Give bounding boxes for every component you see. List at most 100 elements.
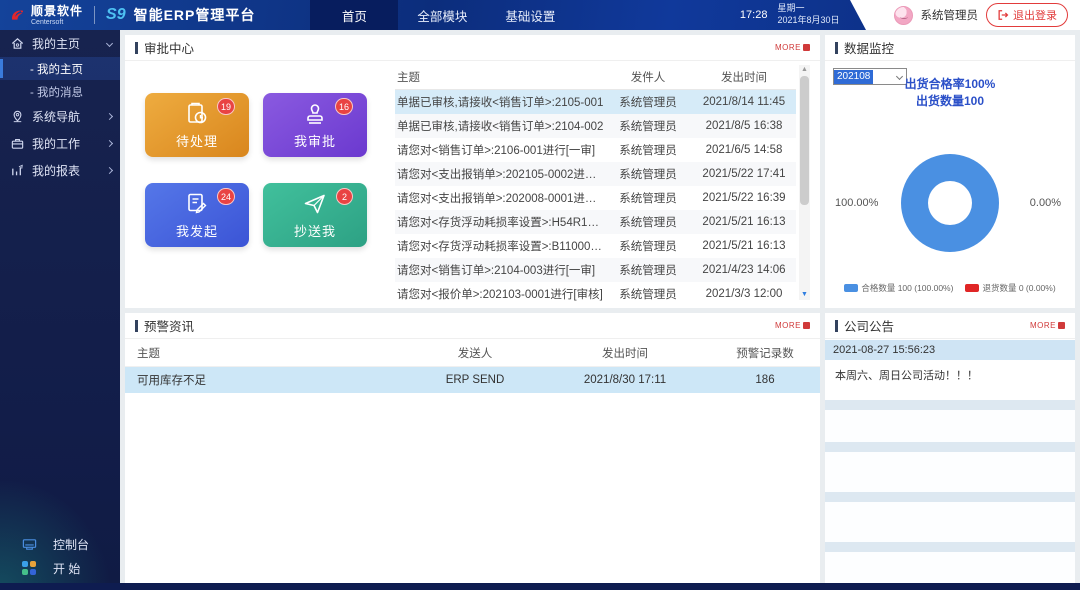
sidebar-item-system-nav[interactable]: 系统导航 — [0, 103, 120, 130]
table-row[interactable]: 请您对<存货浮动耗损率设置>:H54R15006002进行[审核] 系统管理员 … — [395, 210, 796, 234]
announcement-placeholder — [825, 452, 1075, 492]
sidebar-item-label: 我的报表 — [32, 162, 80, 179]
cell-time: 2021/5/22 17:41 — [692, 168, 796, 180]
user-avatar[interactable] — [894, 6, 913, 25]
start-item[interactable]: 开 始 — [0, 556, 120, 580]
cell-time: 2021/8/30 17:11 — [540, 374, 710, 386]
cc-to-me-tile[interactable]: 2 抄送我 — [263, 183, 367, 247]
col-sent-time: 发出时间 — [692, 69, 796, 85]
table-row[interactable]: 请您对<销售订单>:2104-003进行[一审] 系统管理员 2021/4/23… — [395, 258, 796, 282]
paper-plane-icon — [302, 191, 328, 217]
cell-subject: 可用库存不足 — [125, 372, 410, 388]
announcement-date[interactable]: 2021-08-27 15:56:23 — [825, 340, 1075, 360]
cell-sender: 系统管理员 — [604, 214, 692, 230]
alerts-title-bar: 预警资讯 MORE — [125, 313, 820, 339]
logout-label: 退出登录 — [1013, 7, 1057, 23]
sidebar: 我的主页 - 我的主页 - 我的消息 系统导航 我的工作 我的报表 — [0, 30, 120, 590]
scroll-down-arrow[interactable]: ▼ — [799, 290, 810, 300]
more-label: MORE — [775, 321, 801, 330]
approval-more-link[interactable]: MORE — [775, 43, 810, 52]
approval-title-bar: 审批中心 MORE — [125, 35, 820, 61]
pending-tile[interactable]: 19 待处理 — [145, 93, 249, 157]
user-area: 系统管理员 退出登录 — [866, 0, 1080, 30]
approval-center-panel: 审批中心 MORE 19 待处理 16 我审批 — [125, 35, 820, 308]
col-record-count: 预警记录数 — [710, 345, 820, 361]
table-row[interactable]: 请您对<销售订单>:2106-001进行[一审] 系统管理员 2021/6/5 … — [395, 138, 796, 162]
sidebar-item-my-home[interactable]: 我的主页 — [0, 30, 120, 57]
alert-row[interactable]: 可用库存不足 ERP SEND 2021/8/30 17:11 186 — [125, 367, 820, 393]
centersoft-logo-icon — [10, 8, 25, 23]
sidebar-subitem-my-messages[interactable]: - 我的消息 — [0, 80, 120, 103]
app-header: 顺景软件 Centersoft S9 智能ERP管理平台 首页 全部模块 基础设… — [0, 0, 1080, 30]
sidebar-subitem-my-home[interactable]: - 我的主页 — [0, 57, 120, 80]
announcement-placeholder — [825, 502, 1075, 542]
cell-sender: 系统管理员 — [604, 166, 692, 182]
cell-time: 2021/5/21 16:13 — [692, 240, 796, 252]
initiated-by-me-tile[interactable]: 24 我发起 — [145, 183, 249, 247]
bar-chart-icon — [10, 163, 25, 178]
start-label: 开 始 — [53, 560, 80, 577]
brand-logo: 顺景软件 Centersoft S9 智能ERP管理平台 — [0, 5, 255, 26]
console-item[interactable]: 控制台 — [0, 532, 120, 556]
nav-tab-home[interactable]: 首页 — [310, 0, 398, 30]
legend-swatch-blue — [844, 284, 858, 292]
cell-sender: 系统管理员 — [604, 142, 692, 158]
approval-table: 主题 发件人 发出时间 单据已审核,请接收<销售订单>:2105-001 系统管… — [395, 65, 796, 300]
nav-tab-basic-settings[interactable]: 基础设置 — [486, 0, 574, 30]
legend-swatch-red — [965, 284, 979, 292]
cell-subject: 请您对<存货浮动耗损率设置>:B11000001进行[审核] — [395, 238, 604, 254]
donut-right-label: 0.00% — [1030, 197, 1061, 209]
announcements-more-link[interactable]: MORE — [1030, 321, 1065, 330]
cell-subject: 请您对<销售订单>:2106-001进行[一审] — [395, 142, 604, 158]
alerts-title: 预警资讯 — [144, 316, 194, 335]
logout-button[interactable]: 退出登录 — [986, 3, 1068, 27]
sidebar-item-my-reports[interactable]: 我的报表 — [0, 157, 120, 184]
cell-time: 2021/8/14 11:45 — [692, 96, 796, 108]
cell-sender: 系统管理员 — [604, 118, 692, 134]
sidebar-item-my-work[interactable]: 我的工作 — [0, 130, 120, 157]
legend-label: 合格数量 100 (100.00%) — [861, 282, 953, 294]
more-icon — [1058, 322, 1065, 329]
cell-time: 2021/5/22 16:39 — [692, 192, 796, 204]
title-accent-bar — [835, 42, 838, 54]
my-approvals-tile[interactable]: 16 我审批 — [263, 93, 367, 157]
table-row[interactable]: 请您对<支出报销单>:202008-0001进行[审核] 系统管理员 2021/… — [395, 186, 796, 210]
table-row[interactable]: 请您对<支出报销单>:202105-0002进行[审核] 系统管理员 2021/… — [395, 162, 796, 186]
chevron-down-icon — [106, 40, 113, 47]
scroll-up-arrow[interactable]: ▲ — [799, 65, 810, 75]
cell-subject: 请您对<支出报销单>:202105-0002进行[审核] — [395, 166, 604, 182]
nav-tab-all-modules[interactable]: 全部模块 — [398, 0, 486, 30]
table-row[interactable]: 请您对<报价单>:202103-0001进行[审核] 系统管理员 2021/3/… — [395, 282, 796, 306]
sidebar-item-label: 我的主页 — [32, 35, 80, 52]
donut-chart[interactable] — [901, 154, 999, 252]
cell-sender: ERP SEND — [410, 374, 540, 386]
col-subject: 主题 — [125, 345, 410, 361]
console-label: 控制台 — [53, 536, 89, 553]
cell-sender: 系统管理员 — [604, 94, 692, 110]
table-row[interactable]: 单据已审核,请接收<销售订单>:2104-002 系统管理员 2021/8/5 … — [395, 114, 796, 138]
col-sent-time: 发出时间 — [540, 345, 710, 361]
table-row[interactable]: 单据已审核,请接收<销售订单>:2105-001 系统管理员 2021/8/14… — [395, 90, 796, 114]
legend-label: 退货数量 0 (0.00%) — [982, 282, 1055, 294]
legend-item-pass[interactable]: 合格数量 100 (100.00%) — [844, 282, 953, 294]
title-accent-bar — [835, 320, 838, 332]
cell-time: 2021/5/21 16:13 — [692, 216, 796, 228]
s9-logo: S9 — [106, 6, 128, 24]
cell-subject: 请您对<报价单>:202103-0001进行[审核] — [395, 286, 604, 302]
brand-subtitle: Centersoft — [31, 19, 83, 26]
initiated-label: 我发起 — [176, 221, 218, 240]
alerts-more-link[interactable]: MORE — [775, 321, 810, 330]
table-scrollbar[interactable]: ▲ ▼ — [799, 65, 810, 300]
scrollbar-thumb[interactable] — [800, 76, 809, 205]
home-icon — [10, 36, 25, 51]
logo-divider — [94, 6, 95, 24]
announcement-placeholder — [825, 410, 1075, 442]
sidebar-item-label: 我的工作 — [32, 135, 80, 152]
my-approvals-label: 我审批 — [294, 131, 336, 150]
clipboard-clock-icon — [184, 101, 210, 127]
header-right: 17:28 星期一 2021年8月30日 系统管理员 退出登录 — [740, 0, 1080, 30]
table-row[interactable]: 请您对<存货浮动耗损率设置>:B11000001进行[审核] 系统管理员 202… — [395, 234, 796, 258]
legend-item-return[interactable]: 退货数量 0 (0.00%) — [965, 282, 1055, 294]
brand-name: 顺景软件 — [31, 5, 83, 17]
briefcase-icon — [10, 136, 25, 151]
